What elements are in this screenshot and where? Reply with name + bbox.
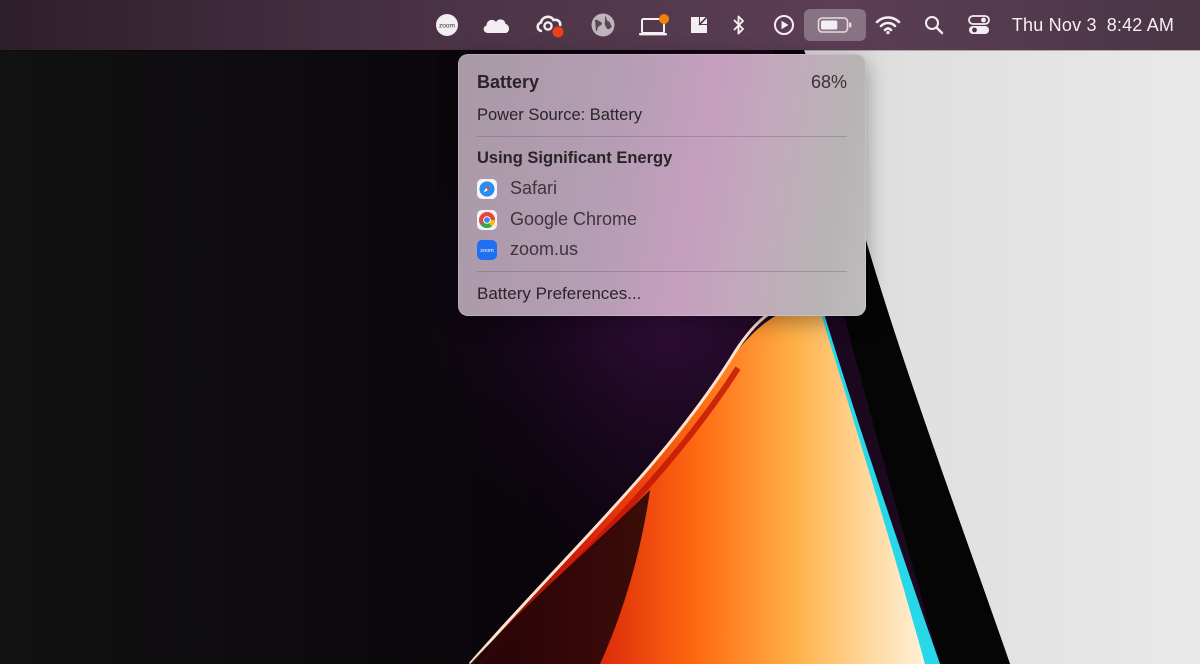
- menu-separator: [477, 271, 847, 272]
- control-center-status-item[interactable]: [964, 9, 994, 41]
- safari-icon: [477, 178, 497, 199]
- bluetooth-status-item[interactable]: [726, 9, 752, 41]
- battery-percentage: 68%: [810, 72, 847, 92]
- energy-app-zoom[interactable]: zoom zoom.us: [477, 239, 847, 260]
- app-name: Google Chrome: [510, 209, 638, 229]
- notification-badge: [552, 26, 564, 38]
- battery-level-fill: [821, 20, 838, 30]
- control-center-icon: [968, 15, 990, 34]
- chrome-icon: [477, 209, 497, 230]
- notification-dot: [659, 14, 669, 24]
- menu-bar-clock[interactable]: Thu Nov 3 8:42 AM: [1000, 9, 1186, 41]
- zoom-icon: zoom: [436, 14, 458, 36]
- energy-app-chrome[interactable]: Google Chrome: [477, 209, 847, 230]
- power-source-label: Power Source: Battery: [477, 106, 643, 124]
- battery-menu: Battery 68% Power Source: Battery Using …: [458, 54, 866, 316]
- significant-energy-heading: Using Significant Energy: [477, 149, 673, 167]
- battery-preferences-item[interactable]: Battery Preferences...: [477, 284, 847, 304]
- play-icon: [774, 15, 794, 35]
- svg-text:zoom: zoom: [439, 23, 455, 30]
- display-status-item[interactable]: [636, 9, 672, 41]
- battery-status-item[interactable]: [804, 9, 866, 41]
- energy-app-safari[interactable]: Safari: [477, 178, 847, 199]
- bluetooth-icon: [733, 15, 744, 35]
- creative-cloud-icon: [536, 15, 564, 38]
- svg-text:zoom: zoom: [480, 248, 494, 254]
- notes-icon: [691, 16, 708, 33]
- menu-bar: zoom Thu Nov 3 8:42 AM: [0, 0, 1200, 50]
- wifi-icon: [875, 16, 901, 35]
- clock-time: 8:42 AM: [1106, 14, 1175, 35]
- menu-separator: [477, 136, 847, 137]
- globe-icon: [591, 13, 615, 37]
- now-playing-status-item[interactable]: [770, 9, 798, 41]
- app-name: zoom.us: [510, 239, 579, 259]
- onedrive-status-item[interactable]: [478, 9, 514, 41]
- laptop-icon: [639, 14, 669, 36]
- battery-icon: [817, 17, 852, 33]
- notes-status-item[interactable]: [684, 9, 714, 41]
- clock-date: Thu Nov 3: [1011, 14, 1097, 35]
- battery-menu-header: Battery 68%: [477, 72, 847, 93]
- creative-cloud-status-item[interactable]: [532, 9, 568, 41]
- vpn-status-item[interactable]: [587, 9, 619, 41]
- search-icon: [925, 16, 944, 35]
- zoom-status-item[interactable]: zoom: [432, 9, 462, 41]
- battery-menu-title: Battery: [477, 72, 540, 92]
- app-name: Safari: [510, 178, 558, 198]
- wifi-status-item[interactable]: [872, 9, 904, 41]
- zoom-app-icon: zoom: [477, 239, 497, 260]
- cloud-icon: [483, 19, 509, 33]
- spotlight-status-item[interactable]: [920, 9, 948, 41]
